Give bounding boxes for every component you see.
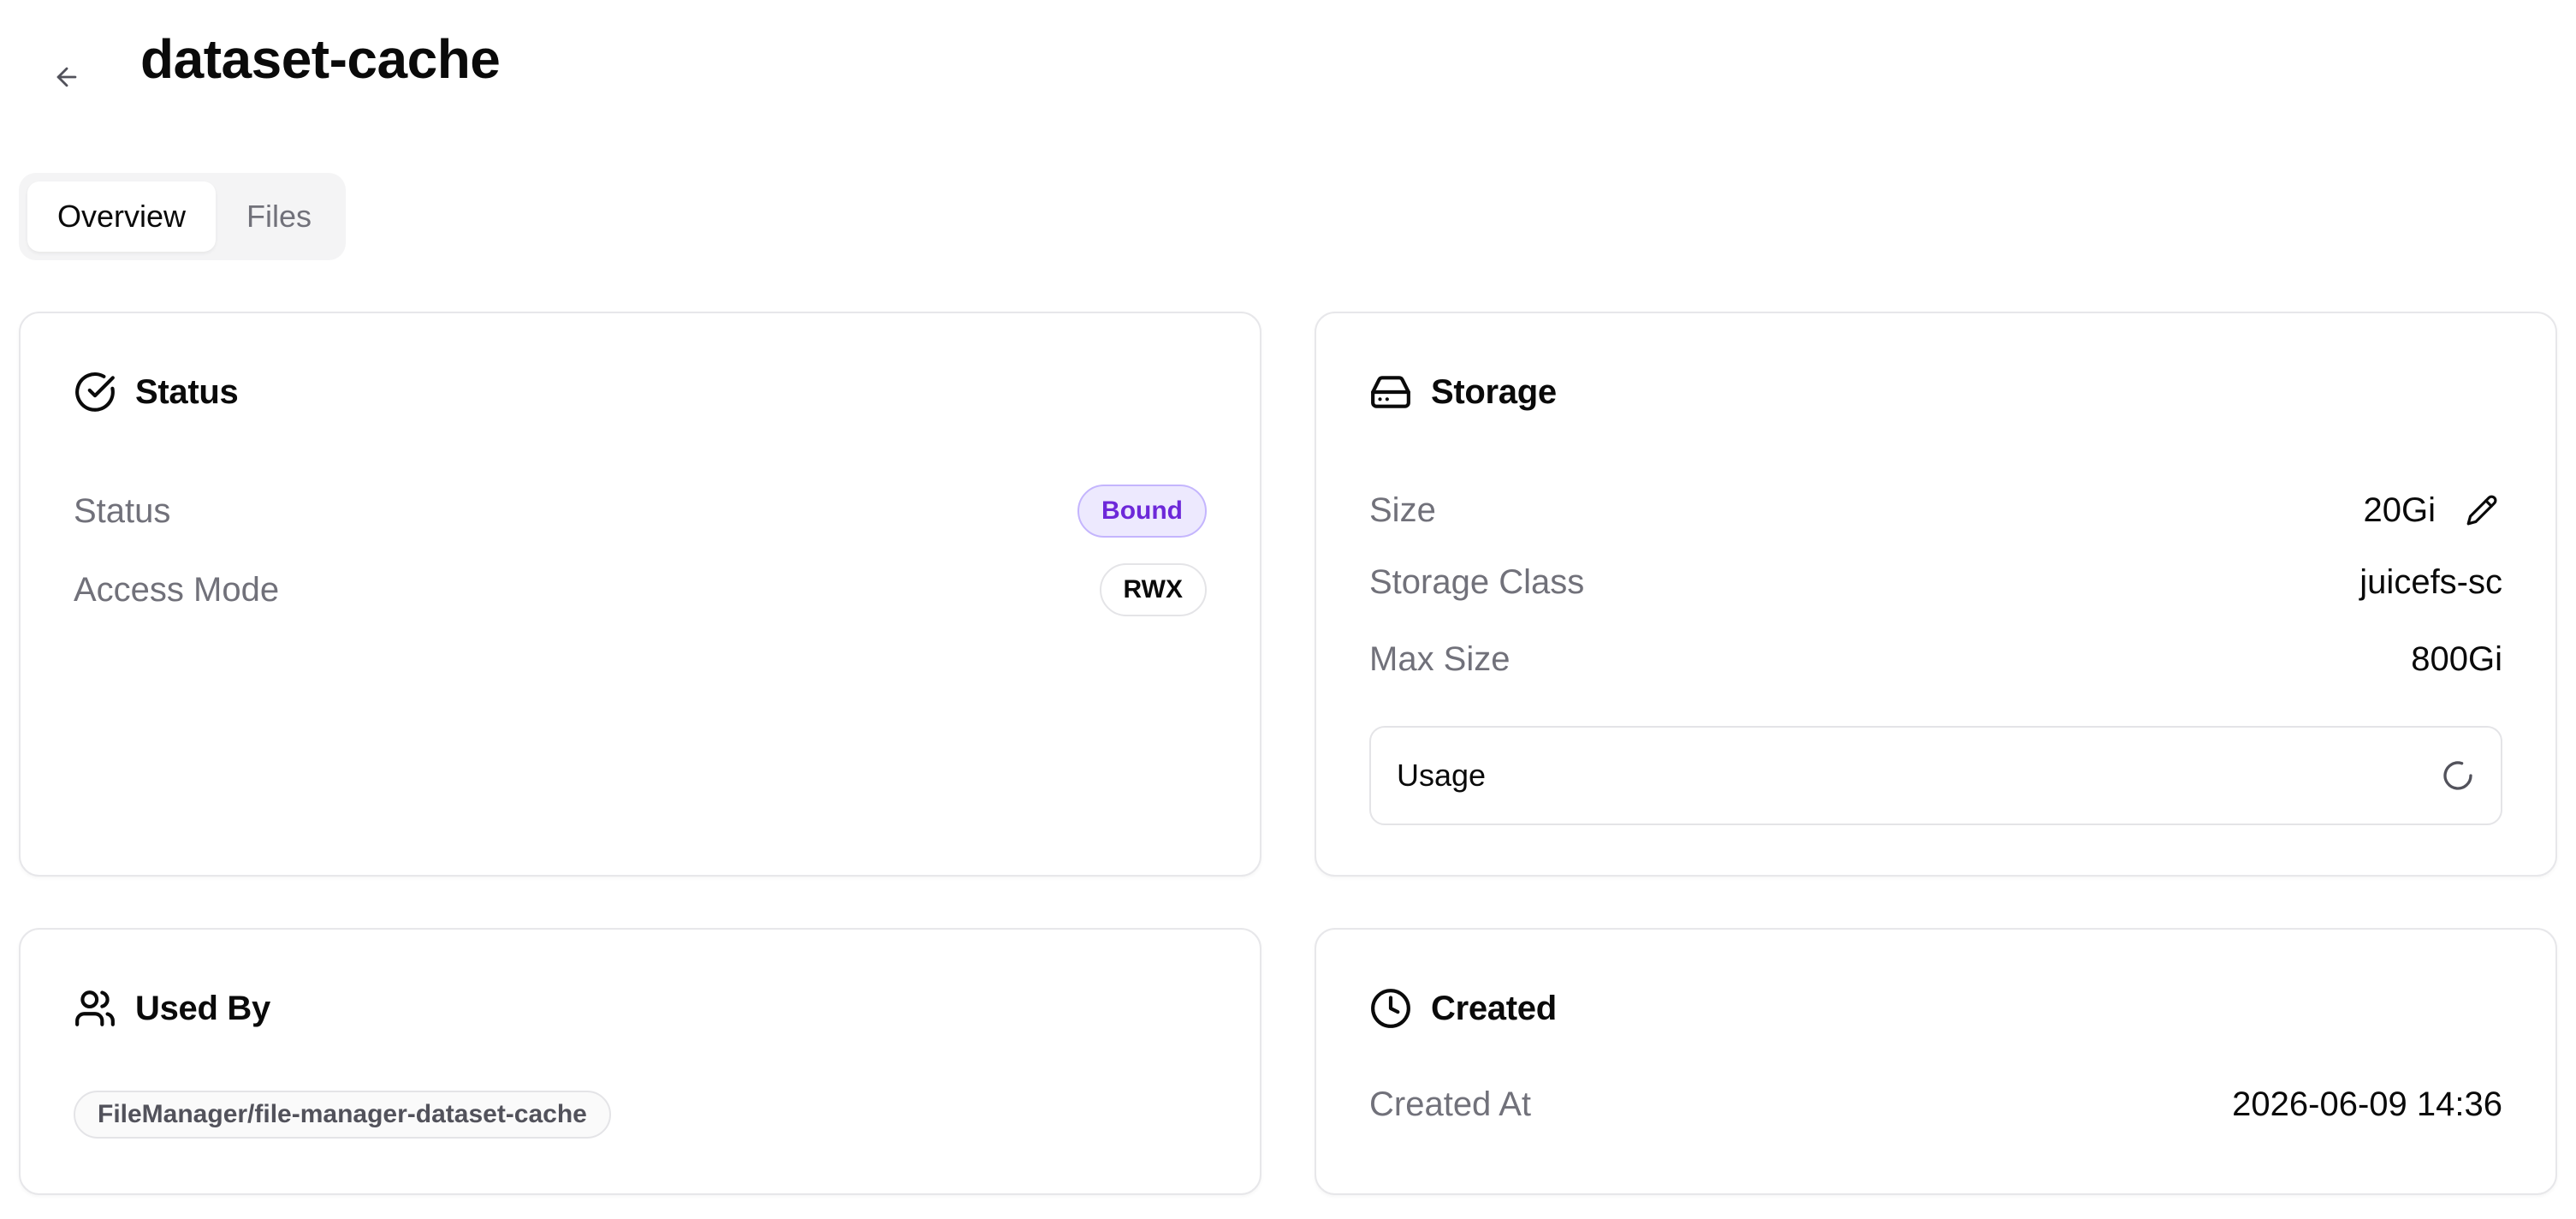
max-size-value: 800Gi: [2411, 640, 2502, 678]
back-button[interactable]: [45, 55, 89, 99]
created-at-label: Created At: [1369, 1085, 1532, 1123]
storage-card-header: Storage: [1369, 366, 1557, 418]
storage-card-title: Storage: [1431, 372, 1557, 411]
created-card: Created Created At 2026-06-09 14:36: [1315, 928, 2557, 1195]
tab-overview[interactable]: Overview: [27, 181, 216, 252]
used-by-chip[interactable]: FileManager/file-manager-dataset-cache: [74, 1091, 611, 1139]
edit-size-button[interactable]: [2461, 490, 2502, 531]
access-mode-badge: RWX: [1099, 563, 1207, 616]
loading-spinner-icon: [2441, 758, 2475, 793]
arrow-left-icon: [52, 62, 81, 92]
status-card-title: Status: [135, 372, 239, 411]
status-badge: Bound: [1077, 485, 1207, 538]
usage-label: Usage: [1397, 758, 1487, 793]
size-value-group: 20Gi: [2364, 490, 2503, 531]
storage-class-label: Storage Class: [1369, 563, 1585, 601]
created-card-title: Created: [1431, 989, 1557, 1027]
status-card-header: Status: [74, 366, 239, 418]
hard-drive-icon: [1369, 371, 1412, 413]
status-row: Status Bound: [74, 485, 1207, 538]
storage-class-row: Storage Class juicefs-sc: [1369, 563, 2502, 602]
storage-card: Storage Size 20Gi Storage Class juicefs-…: [1315, 312, 2557, 877]
clock-icon: [1369, 987, 1412, 1030]
pencil-icon: [2466, 494, 2498, 526]
used-by-card-title: Used By: [135, 989, 270, 1027]
created-card-header: Created: [1369, 983, 1557, 1034]
max-size-label: Max Size: [1369, 640, 1511, 678]
storage-class-value: juicefs-sc: [2359, 563, 2502, 601]
used-by-card-header: Used By: [74, 983, 270, 1034]
pvc-detail-page: dataset-cache Overview Files Status Stat…: [0, 0, 2576, 1219]
size-row: Size 20Gi: [1369, 476, 2502, 544]
access-mode-label: Access Mode: [74, 570, 280, 609]
circle-check-icon: [74, 371, 116, 413]
access-mode-row: Access Mode RWX: [74, 563, 1207, 616]
tab-list: Overview Files: [19, 173, 346, 260]
used-by-card: Used By FileManager/file-manager-dataset…: [19, 928, 1261, 1195]
status-card: Status Status Bound Access Mode RWX: [19, 312, 1261, 877]
users-icon: [74, 987, 116, 1030]
status-label: Status: [74, 491, 171, 530]
page-title: dataset-cache: [140, 28, 501, 90]
created-at-row: Created At 2026-06-09 14:36: [1369, 1085, 2502, 1124]
size-value: 20Gi: [2363, 491, 2437, 529]
max-size-row: Max Size 800Gi: [1369, 640, 2502, 679]
usage-panel[interactable]: Usage: [1369, 726, 2502, 825]
size-label: Size: [1369, 491, 1436, 529]
created-at-value: 2026-06-09 14:36: [2232, 1085, 2502, 1123]
tab-files[interactable]: Files: [221, 181, 337, 252]
